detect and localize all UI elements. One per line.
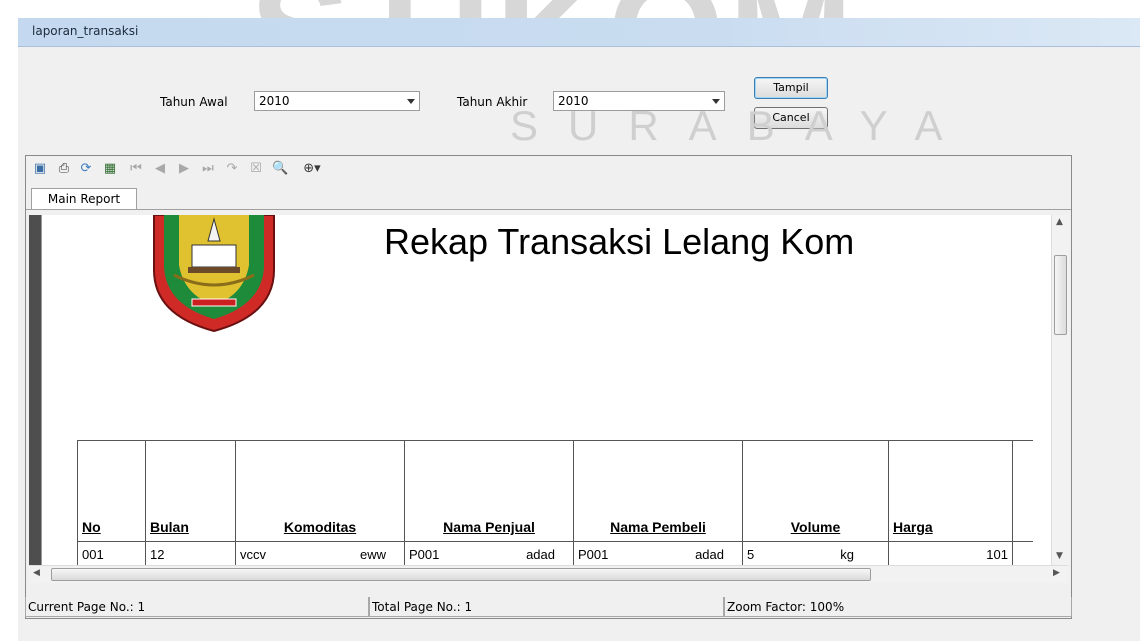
table-row: 001 12 vccv eww P001 adad P001 adad 5 kg 101: [77, 541, 1033, 565]
header-overflow-cell: [1012, 440, 1033, 542]
tab-divider: [26, 209, 1071, 210]
header-bulan: Bulan: [145, 440, 236, 542]
scroll-right-icon[interactable]: ▶: [1053, 568, 1060, 578]
last-page-icon[interactable]: ⏭: [200, 161, 216, 177]
horizontal-scrollbar[interactable]: ◀ ▶: [29, 565, 1068, 583]
tampil-button[interactable]: Tampil: [754, 77, 828, 99]
cell-komoditas-b: eww: [359, 546, 386, 562]
tahun-awal-value: 2010: [259, 94, 290, 108]
report-left-margin: [29, 215, 42, 565]
header-nama-pembeli: Nama Pembeli: [573, 440, 743, 542]
cell-overflow: [1012, 541, 1033, 565]
status-total-page: Total Page No.: 1: [369, 597, 724, 617]
goto-page-icon[interactable]: ↷: [224, 161, 240, 177]
print-icon[interactable]: ⎙: [56, 161, 72, 177]
first-page-icon[interactable]: ⏮: [128, 161, 144, 177]
cell-pembeli-b: adad: [695, 546, 724, 562]
scroll-down-icon[interactable]: ▼: [1056, 551, 1063, 561]
cell-penjual-b: adad: [526, 546, 555, 562]
cell-nama-penjual: P001 adad: [404, 541, 574, 565]
tahun-akhir-label: Tahun Akhir: [457, 95, 528, 109]
cell-harga: 101: [888, 541, 1013, 565]
group-tree-icon[interactable]: ▦: [102, 161, 118, 177]
vertical-scrollbar[interactable]: ▲ ▼: [1051, 215, 1069, 565]
scroll-left-icon[interactable]: ◀: [33, 568, 40, 578]
status-current-page: Current Page No.: 1: [25, 597, 369, 617]
cell-komoditas: vccv eww: [235, 541, 405, 565]
cell-no: 001: [77, 541, 146, 565]
header-komoditas: Komoditas: [235, 440, 405, 542]
cell-pembeli-a: P001: [578, 546, 609, 562]
tahun-awal-select[interactable]: 2010: [254, 91, 420, 111]
header-no: No: [77, 440, 146, 542]
report-table: No Bulan Komoditas Nama Penjual Nama Pem…: [77, 440, 1033, 565]
cell-volume: 5 kg: [742, 541, 889, 565]
tahun-akhir-value: 2010: [558, 94, 589, 108]
cell-nama-pembeli: P001 adad: [573, 541, 743, 565]
next-page-icon[interactable]: ▶: [176, 161, 192, 177]
status-zoom: Zoom Factor: 100%: [724, 597, 1072, 617]
tab-main-report[interactable]: Main Report: [31, 188, 137, 210]
report-viewer: ▣ ⎙ ⟳ ▦ ⏮ ◀ ▶ ⏭ ↷ ☒ 🔍 ⊕▾ Main Report Rek…: [25, 155, 1072, 619]
tahun-akhir-select[interactable]: 2010: [553, 91, 725, 111]
east-java-emblem: [153, 215, 275, 333]
export-icon[interactable]: ▣: [32, 161, 48, 177]
status-bar: Current Page No.: 1 Total Page No.: 1 Zo…: [25, 595, 1072, 619]
header-nama-penjual: Nama Penjual: [404, 440, 574, 542]
viewer-toolbar: ▣ ⎙ ⟳ ▦ ⏮ ◀ ▶ ⏭ ↷ ☒ 🔍 ⊕▾: [26, 156, 1071, 182]
prev-page-icon[interactable]: ◀: [152, 161, 168, 177]
cell-bulan: 12: [145, 541, 236, 565]
report-title: Rekap Transaksi Lelang Kom: [384, 221, 855, 262]
cell-volume-value: 5: [747, 546, 755, 562]
report-page: Rekap Transaksi Lelang Kom No Bulan Komo…: [29, 215, 1051, 565]
chevron-down-icon: [407, 99, 415, 104]
horizontal-scroll-thumb[interactable]: [51, 568, 871, 581]
close-view-icon[interactable]: ☒: [248, 161, 264, 177]
report-window: laporan_transaksi Tahun Awal 2010 Tahun …: [18, 18, 1140, 641]
refresh-icon[interactable]: ⟳: [78, 161, 94, 177]
cell-volume-unit: kg: [840, 546, 854, 562]
zoom-icon[interactable]: ⊕▾: [298, 161, 326, 177]
cell-komoditas-a: vccv: [240, 546, 266, 562]
window-title: laporan_transaksi: [32, 24, 139, 38]
cell-penjual-a: P001: [409, 546, 440, 562]
vertical-scroll-thumb[interactable]: [1054, 255, 1067, 335]
cancel-button[interactable]: Cancel: [754, 107, 828, 129]
title-bar: laporan_transaksi: [18, 18, 1140, 47]
header-volume: Volume: [742, 440, 889, 542]
scroll-up-icon[interactable]: ▲: [1056, 217, 1063, 227]
search-icon[interactable]: 🔍: [272, 161, 288, 177]
header-harga: Harga: [888, 440, 1013, 542]
chevron-down-icon: [712, 99, 720, 104]
table-header-row: No Bulan Komoditas Nama Penjual Nama Pem…: [77, 440, 1033, 542]
tahun-awal-label: Tahun Awal: [160, 95, 228, 109]
